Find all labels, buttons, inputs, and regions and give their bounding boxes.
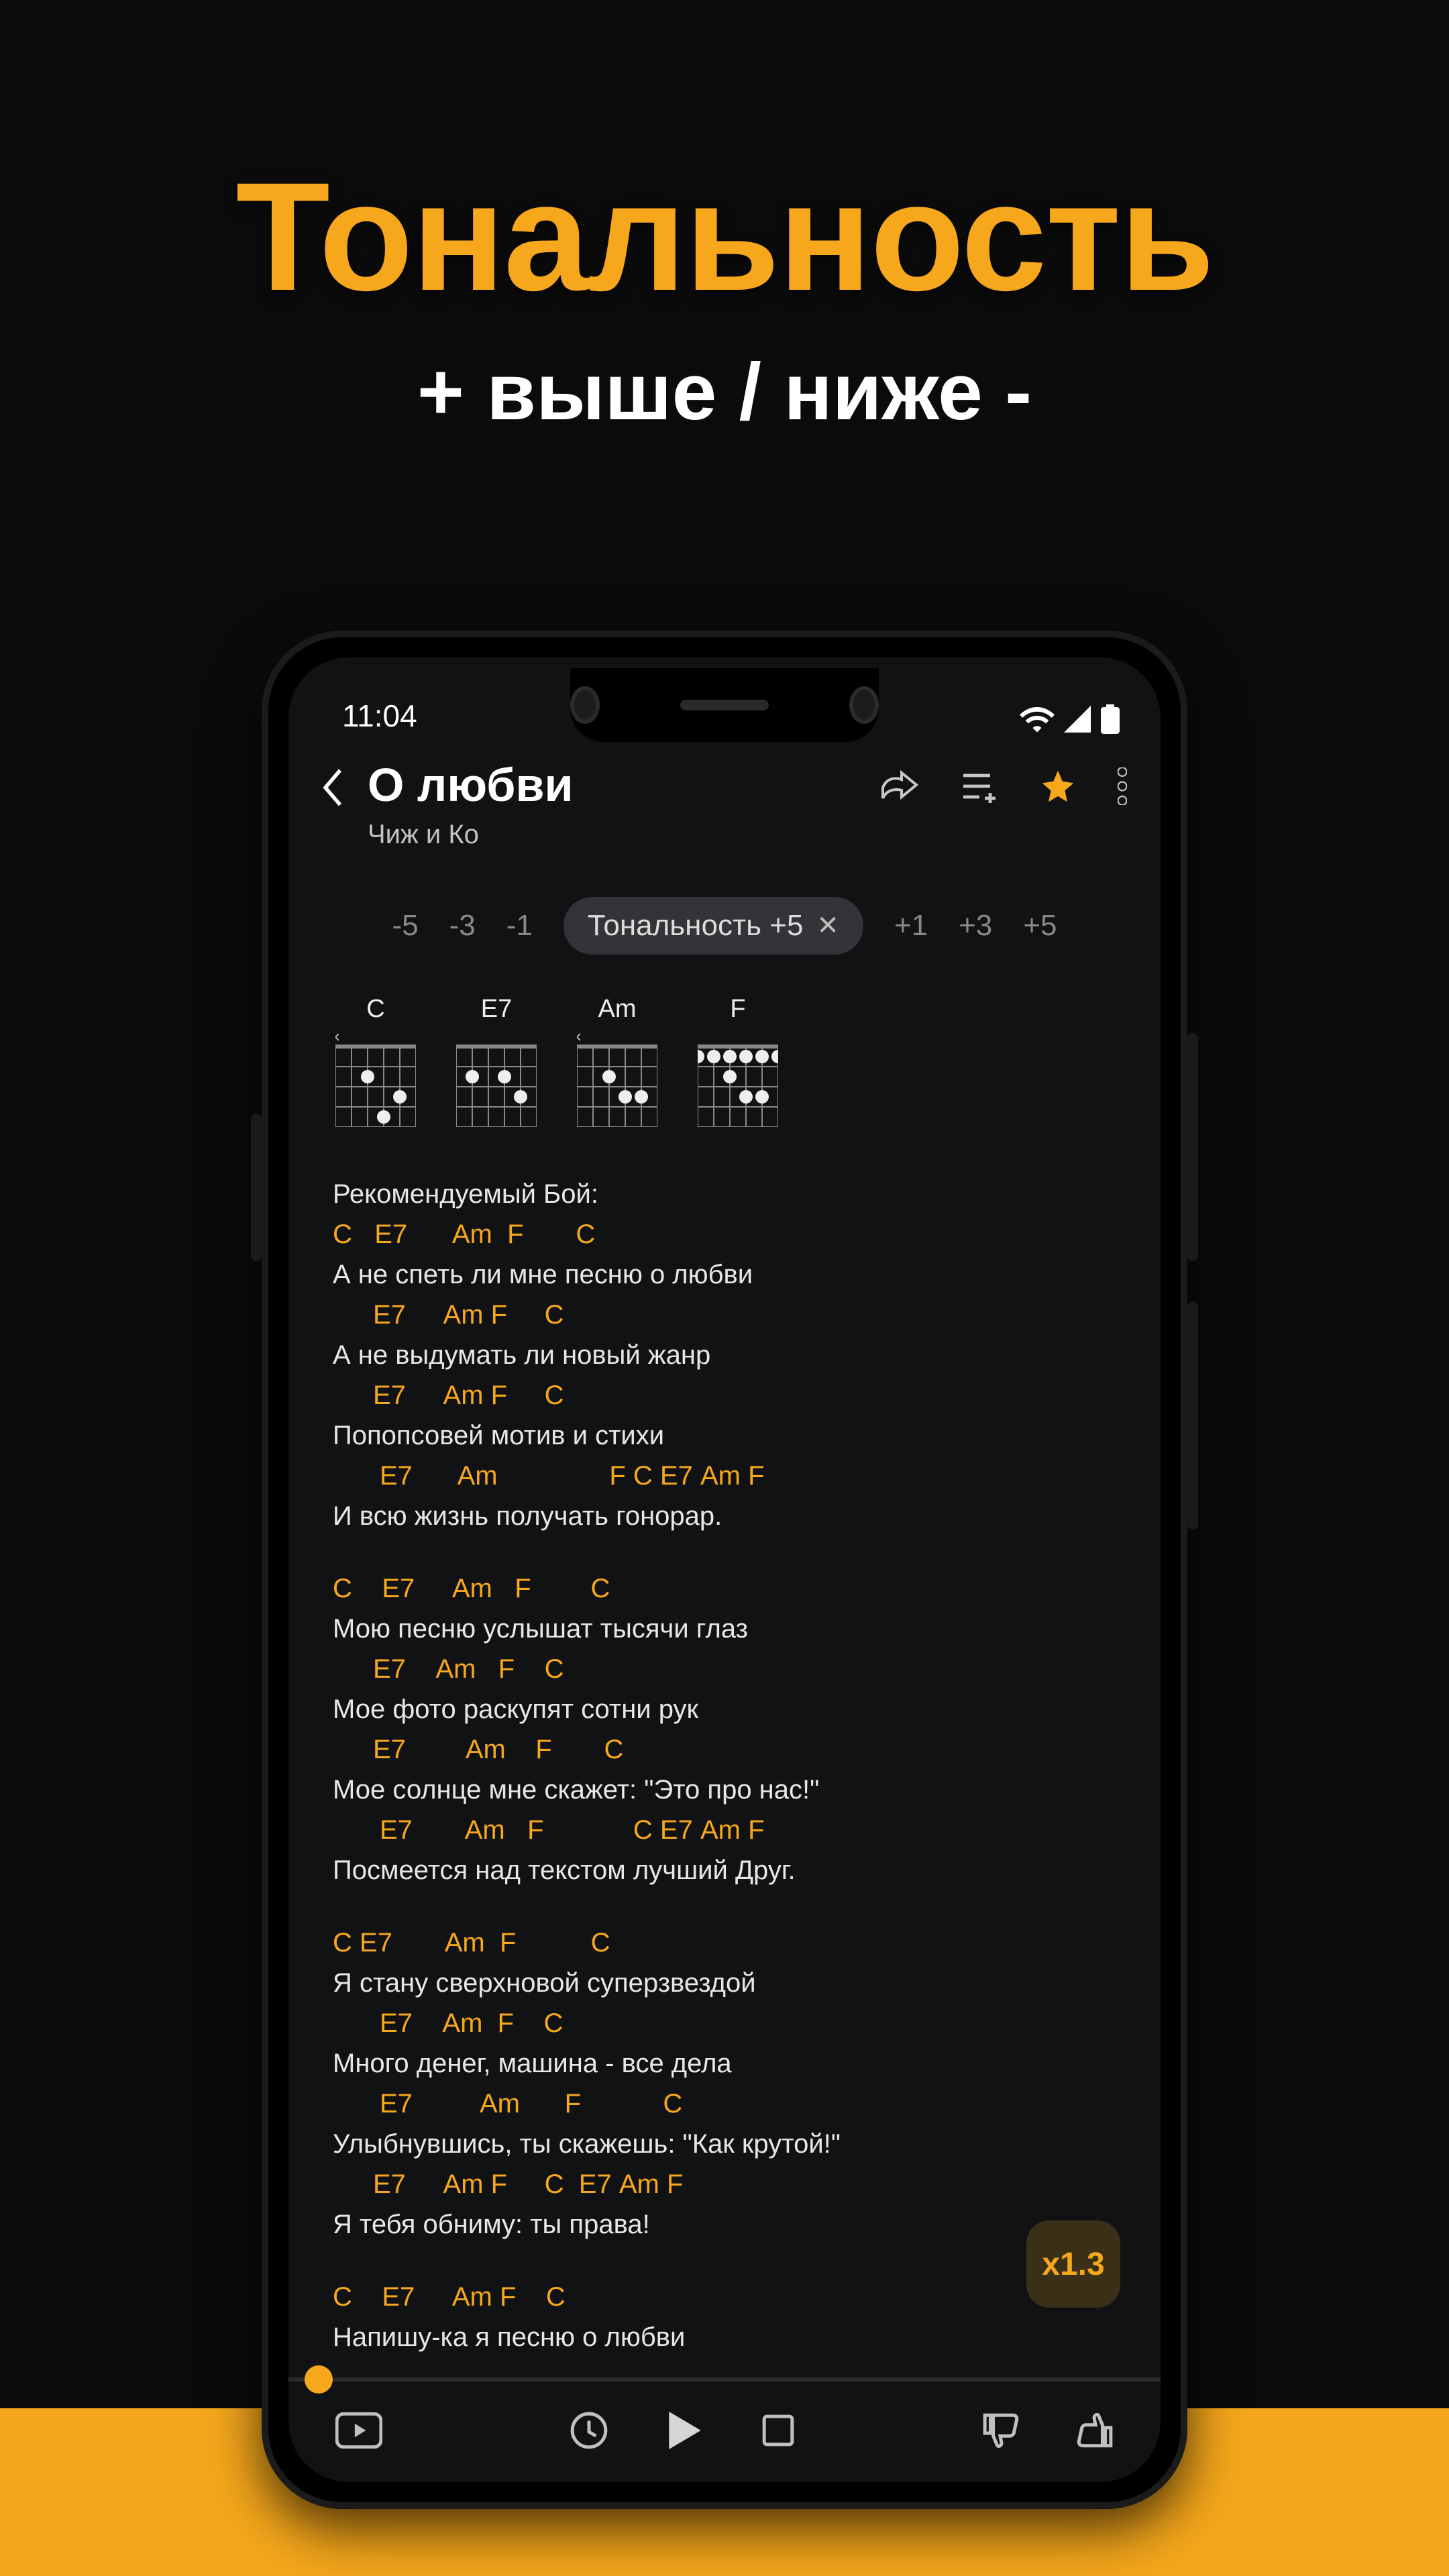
phone-side-button: [251, 1114, 262, 1261]
promo-subtitle: + выше / ниже -: [0, 345, 1449, 438]
chord-name: C: [335, 995, 416, 1024]
lyric-line: Улыбнувшись, ты скажешь: "Как крутой!": [333, 2124, 1116, 2164]
lyric-line: И всю жизнь получать гонорар.: [333, 1496, 1116, 1536]
signal-icon: [1064, 706, 1091, 733]
camera-icon: [570, 686, 600, 724]
chord-diagram[interactable]: E7: [456, 995, 537, 1134]
thumbs-down-icon: [982, 2412, 1021, 2449]
play-button[interactable]: [669, 2412, 701, 2453]
chord-line: E7 Am F C E7 Am F: [333, 1456, 1116, 1496]
transpose-plus[interactable]: +1: [894, 909, 928, 943]
transpose-minus[interactable]: -1: [506, 909, 533, 943]
phone-side-button: [1187, 1033, 1198, 1261]
favorite-button[interactable]: [1038, 767, 1077, 808]
chord-grid-icon: [698, 1033, 778, 1127]
more-button[interactable]: [1118, 767, 1127, 808]
chord-line: E7 Am F C: [333, 2084, 1116, 2124]
add-to-list-button[interactable]: [961, 769, 998, 806]
thumbs-up-button[interactable]: [1075, 2412, 1114, 2453]
transpose-value: Тональность +5: [588, 909, 804, 943]
strum-label: Рекомендуемый Бой:: [333, 1174, 1116, 1214]
camera-icon: [849, 686, 879, 724]
chord-diagram[interactable]: Am ×: [577, 995, 657, 1134]
status-time: 11:04: [342, 698, 417, 734]
lyric-line: Я тебя обниму: ты права!: [333, 2204, 1116, 2245]
transpose-minus[interactable]: -3: [449, 909, 476, 943]
lyric-line: Посмеется над текстом лучший Друг.: [333, 1850, 1116, 1890]
chord-line: E7 Am F C: [333, 1295, 1116, 1335]
phone-frame: 11:04 О любви Чиж и Ко: [262, 631, 1187, 2509]
battery-icon: [1100, 704, 1120, 734]
phone-notch: [570, 668, 879, 742]
lyric-line: Я стану сверхновой суперзвездой: [333, 1963, 1116, 2003]
chord-name: Am: [577, 995, 657, 1024]
chord-line: C E7 Am F C: [333, 1923, 1116, 1963]
promo-title: Тональность: [0, 0, 1449, 325]
chord-grid-icon: [456, 1033, 537, 1127]
chord-line: C E7 Am F C: [333, 1214, 1116, 1254]
autoscroll-speed[interactable]: x1.3: [1026, 2220, 1120, 2308]
transpose-minus[interactable]: -5: [392, 909, 419, 943]
chord-line: C E7 Am F C: [333, 2277, 1116, 2317]
transpose-row: -5 -3 -1 Тональность +5 ✕ +1 +3 +5: [288, 897, 1161, 955]
transpose-plus[interactable]: +3: [959, 909, 992, 943]
video-button[interactable]: [335, 2412, 382, 2452]
playlist-add-icon: [961, 769, 998, 803]
chord-diagram[interactable]: C ×: [335, 995, 416, 1134]
lyric-line: Мою песню услышат тысячи глаз: [333, 1609, 1116, 1649]
chord-grid-icon: ×: [577, 1033, 657, 1127]
more-vert-icon: [1118, 767, 1127, 805]
chord-line: E7 Am F C: [333, 1649, 1116, 1689]
chord-line: E7 Am F C E7 Am F: [333, 2164, 1116, 2204]
play-icon: [669, 2412, 701, 2449]
transpose-plus[interactable]: +5: [1023, 909, 1057, 943]
lyric-line: А не выдумать ли новый жанр: [333, 1335, 1116, 1375]
chord-line: E7 Am F C E7 Am F: [333, 1810, 1116, 1850]
phone-side-button: [1187, 1301, 1198, 1529]
lyric-line: Попопсовей мотив и стихи: [333, 1415, 1116, 1456]
lyrics-body[interactable]: Рекомендуемый Бой: C E7 Am F CА не спеть…: [288, 1147, 1161, 2357]
app-header: О любви Чиж и Ко: [288, 738, 1161, 850]
stop-icon: [761, 2414, 795, 2447]
transpose-chip[interactable]: Тональность +5 ✕: [564, 897, 863, 955]
chord-diagram[interactable]: F: [698, 995, 778, 1134]
chord-grid-icon: ×: [335, 1033, 416, 1127]
clock-icon: [570, 2411, 608, 2450]
share-button[interactable]: [880, 768, 920, 808]
song-artist: Чиж и Ко: [368, 820, 860, 850]
chord-diagram-row: C × E7 Am × F: [288, 955, 1161, 1147]
lyric-line: Напишу-ка я песню о любви: [333, 2317, 1116, 2357]
lyric-line: А не спеть ли мне песню о любви: [333, 1254, 1116, 1295]
chord-line: E7 Am F C: [333, 2003, 1116, 2043]
thumbs-down-button[interactable]: [982, 2412, 1021, 2453]
chord-name: F: [698, 995, 778, 1024]
video-icon: [335, 2412, 382, 2449]
bottom-toolbar: [288, 2381, 1161, 2482]
thumbs-up-icon: [1075, 2412, 1114, 2449]
chord-line: E7 Am F C: [333, 1375, 1116, 1415]
chord-line: E7 Am F C: [333, 1729, 1116, 1770]
back-button[interactable]: [318, 758, 347, 815]
chord-line: C E7 Am F C: [333, 1568, 1116, 1609]
chord-name: E7: [456, 995, 537, 1024]
lyric-line: Мое солнце мне скажет: "Это про нас!": [333, 1770, 1116, 1810]
speaker-icon: [680, 700, 769, 710]
stop-button[interactable]: [761, 2414, 795, 2451]
close-icon[interactable]: ✕: [816, 910, 839, 941]
song-title: О любви: [368, 758, 860, 812]
lyric-line: Много денег, машина - все дела: [333, 2043, 1116, 2084]
wifi-icon: [1020, 706, 1055, 733]
history-button[interactable]: [570, 2411, 608, 2453]
lyric-line: Мое фото раскупят сотни рук: [333, 1689, 1116, 1729]
phone-screen: 11:04 О любви Чиж и Ко: [288, 657, 1161, 2482]
star-icon: [1038, 767, 1077, 805]
share-icon: [880, 768, 920, 804]
